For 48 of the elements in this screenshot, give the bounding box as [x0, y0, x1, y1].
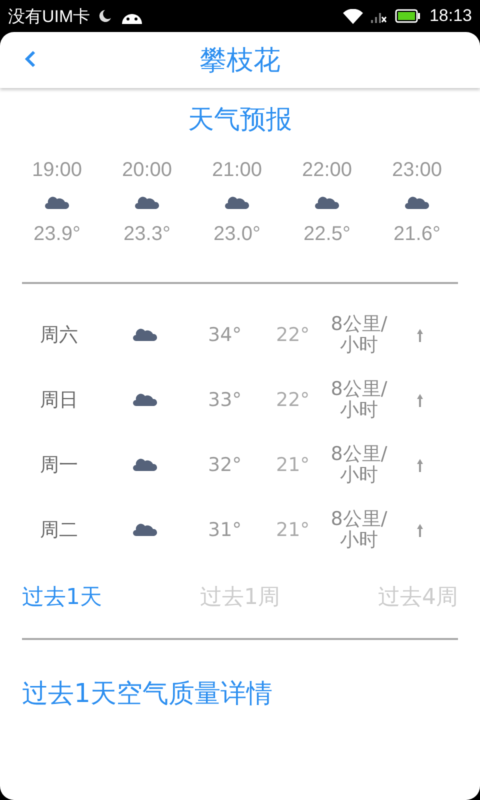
carrier-text: 没有UIM卡 — [8, 6, 90, 28]
hour-temperature: 23.3° — [124, 223, 170, 246]
low-temperature: 22° — [276, 324, 311, 346]
wind-speed: 8公里/小时 — [330, 314, 388, 356]
up-arrow-icon — [416, 522, 424, 536]
hour-temperature: 23.0° — [214, 223, 260, 246]
up-arrow-icon — [416, 328, 424, 342]
cloud-icon — [135, 196, 159, 209]
cloud-icon — [315, 196, 339, 209]
city-title: 攀枝花 — [200, 44, 280, 78]
hour-time: 21:00 — [212, 159, 262, 182]
high-temperature: 32° — [208, 454, 243, 476]
battery-icon — [395, 9, 422, 23]
hour-time: 23:00 — [392, 159, 442, 182]
clock-time: 18:13 — [429, 6, 472, 26]
low-temperature: 21° — [276, 518, 311, 540]
cloud-icon — [133, 328, 157, 341]
wind-speed: 8公里/小时 — [330, 444, 388, 486]
wind-speed: 8公里/小时 — [330, 378, 388, 420]
wifi-icon — [343, 8, 364, 24]
cloud-icon — [133, 458, 157, 471]
air-quality-link[interactable]: 过去1天空气质量详情 — [22, 676, 458, 711]
cloud-icon — [133, 393, 157, 406]
cloud-icon — [225, 196, 249, 209]
hour-time: 20:00 — [122, 159, 172, 182]
hour-temperature: 22.5° — [304, 223, 350, 246]
day-name: 周一 — [40, 452, 79, 478]
high-temperature: 34° — [208, 324, 243, 346]
day-name: 周六 — [40, 322, 79, 348]
up-arrow-icon — [416, 392, 424, 406]
hour-temperature: 21.6° — [394, 223, 440, 246]
cloud-icon — [133, 523, 157, 536]
cloud-icon — [405, 196, 429, 209]
hour-time: 22:00 — [302, 159, 352, 182]
high-temperature: 33° — [208, 388, 243, 410]
cloud-icon — [45, 196, 69, 209]
period-tab[interactable]: 过去1天 — [22, 582, 102, 612]
low-temperature: 22° — [276, 388, 311, 410]
section-title: 天气预报 — [187, 104, 293, 137]
day-name: 周二 — [40, 518, 79, 542]
low-temperature: 21° — [276, 454, 311, 476]
moon-icon — [98, 9, 112, 23]
hour-time: 19:00 — [32, 159, 82, 182]
high-temperature: 31° — [208, 518, 243, 540]
day-name: 周日 — [40, 388, 79, 412]
up-arrow-icon — [416, 458, 424, 472]
wind-speed: 8公里/小时 — [330, 508, 388, 550]
hour-temperature: 23.9° — [34, 223, 80, 246]
